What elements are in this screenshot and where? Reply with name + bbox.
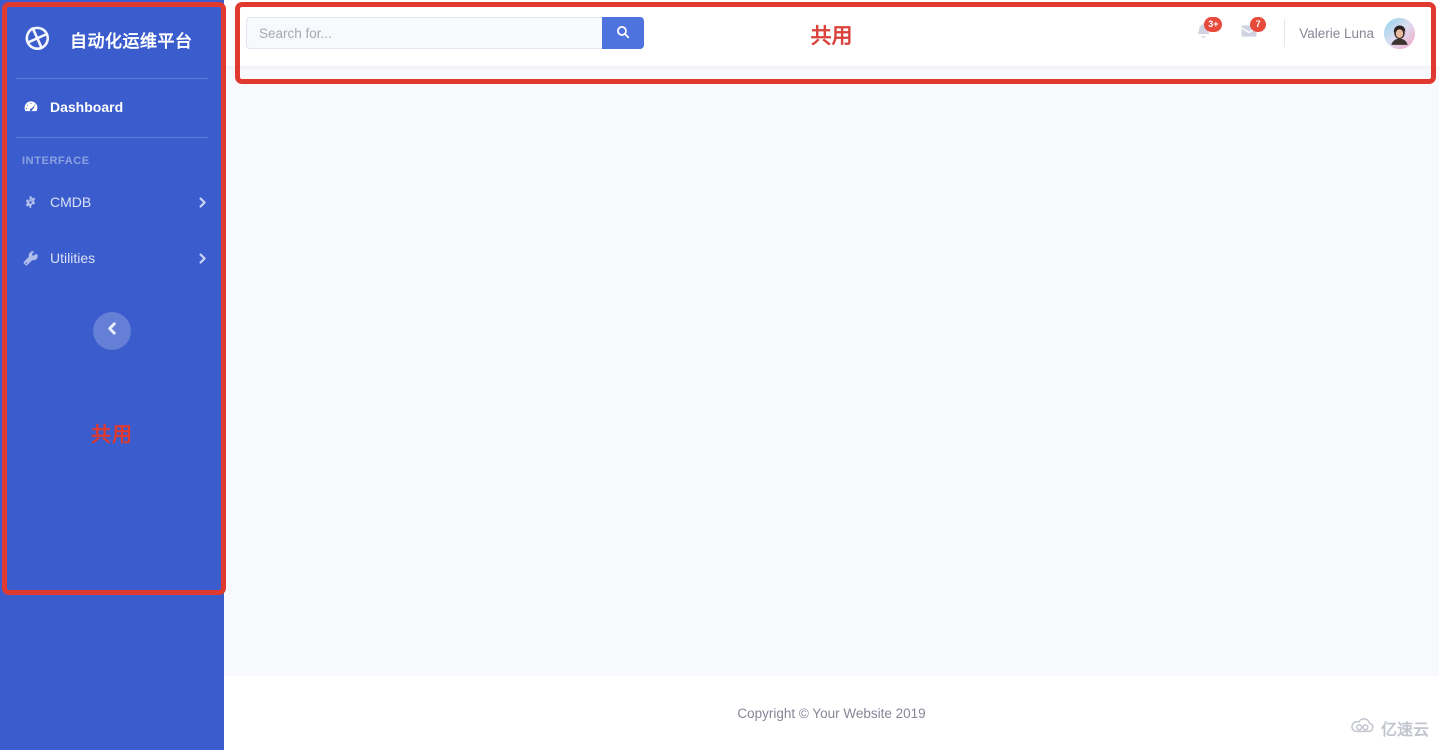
search-button[interactable] bbox=[602, 17, 644, 49]
topbar: 共用 3+ bbox=[224, 0, 1439, 66]
chevron-right-icon bbox=[196, 252, 208, 264]
content-area bbox=[224, 66, 1439, 676]
copyright-text: Copyright © Your Website 2019 bbox=[737, 705, 926, 721]
app-window: 自动化运维平台 Dashboard INTERFACE CMDB Utiliti… bbox=[0, 0, 1439, 750]
sidebar-toggle-wrapper bbox=[0, 312, 224, 350]
sidebar-collapse-button[interactable] bbox=[93, 312, 131, 350]
chevron-left-icon bbox=[106, 322, 119, 340]
sidebar-item-dashboard[interactable]: Dashboard bbox=[0, 85, 224, 129]
brand[interactable]: 自动化运维平台 bbox=[0, 0, 224, 78]
brand-title: 自动化运维平台 bbox=[70, 31, 193, 51]
notifications-badge: 3+ bbox=[1204, 17, 1223, 32]
topbar-right: 3+ 7 Valerie Luna bbox=[1180, 10, 1419, 56]
tachometer-icon bbox=[22, 99, 39, 116]
footer: Copyright © Your Website 2019 bbox=[224, 676, 1439, 750]
messages-badge: 7 bbox=[1250, 17, 1267, 32]
user-name: Valerie Luna bbox=[1299, 25, 1374, 41]
search-input[interactable] bbox=[246, 17, 602, 49]
main-area: 共用 3+ bbox=[224, 0, 1439, 750]
chevron-right-icon bbox=[196, 196, 208, 208]
wrench-icon bbox=[22, 250, 39, 267]
sidebar-annotation: 共用 bbox=[91, 424, 133, 446]
cube-logo-icon bbox=[18, 19, 58, 59]
sidebar-interface-group: INTERFACE CMDB Utilities bbox=[0, 138, 224, 280]
sidebar-item-label: CMDB bbox=[50, 194, 92, 210]
sidebar-heading-interface: INTERFACE bbox=[22, 155, 90, 167]
notifications-button[interactable]: 3+ bbox=[1180, 10, 1226, 56]
cloud-icon bbox=[1350, 717, 1376, 739]
search-form bbox=[246, 17, 644, 49]
messages-button[interactable]: 7 bbox=[1226, 10, 1272, 56]
watermark-text: 亿速云 bbox=[1380, 722, 1429, 739]
search-icon bbox=[616, 25, 630, 42]
user-avatar bbox=[1384, 17, 1415, 49]
sidebar-item-label: Utilities bbox=[50, 250, 96, 266]
watermark: 亿速云 bbox=[1350, 716, 1429, 740]
user-menu[interactable]: Valerie Luna bbox=[1299, 17, 1419, 49]
sidebar-item-utilities[interactable]: Utilities bbox=[0, 236, 224, 280]
topbar-divider bbox=[1284, 19, 1286, 47]
sidebar-primary-group: Dashboard bbox=[0, 79, 224, 137]
sidebar-item-label: Dashboard bbox=[50, 99, 124, 115]
sidebar: 自动化运维平台 Dashboard INTERFACE CMDB Utiliti… bbox=[0, 0, 224, 750]
sidebar-item-cmdb[interactable]: CMDB bbox=[0, 180, 224, 224]
gear-icon bbox=[22, 194, 39, 211]
